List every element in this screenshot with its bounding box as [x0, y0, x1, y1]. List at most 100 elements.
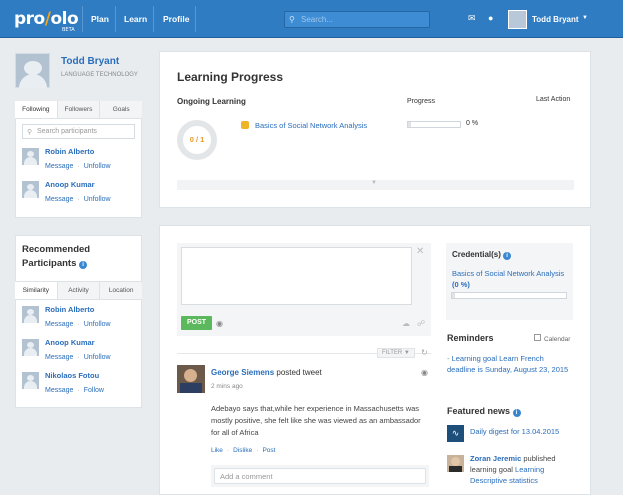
- search-icon: ⚲: [289, 15, 295, 24]
- message-link[interactable]: Message: [45, 196, 73, 203]
- globe-icon[interactable]: ◉: [216, 319, 223, 328]
- following-tabs: Following Followers Goals: [15, 101, 142, 119]
- participant-name[interactable]: Robin Alberto: [45, 305, 94, 314]
- dislike-link[interactable]: Dislike: [233, 447, 252, 454]
- top-navigation-bar: pro/olo BETA Plan Learn Profile ⚲ Search.…: [0, 0, 623, 38]
- separator-dot: ·: [77, 163, 80, 170]
- chat-icon[interactable]: ●: [488, 13, 493, 23]
- participants-search-placeholder: Search participants: [37, 128, 97, 135]
- participant-actions: Message · Unfollow: [45, 163, 111, 170]
- nav-learn[interactable]: Learn: [124, 0, 147, 38]
- goal-count-ring: 0 / 1: [177, 120, 217, 160]
- profile-name[interactable]: Todd Bryant: [61, 56, 119, 67]
- follow-link[interactable]: Follow: [84, 387, 104, 394]
- avatar-face: [451, 457, 460, 466]
- participant-name[interactable]: Robin Alberto: [45, 147, 94, 156]
- goal-progress-bar: [407, 121, 461, 128]
- filter-label: FILTER: [382, 350, 403, 356]
- calendar-label[interactable]: Calendar: [544, 336, 570, 343]
- search-input[interactable]: ⚲ Search...: [284, 11, 430, 28]
- participant-avatar[interactable]: [22, 306, 39, 323]
- credential-progress-fill: [452, 293, 455, 298]
- author-avatar[interactable]: [177, 365, 205, 393]
- unfollow-link[interactable]: Unfollow: [84, 196, 111, 203]
- participant-name[interactable]: Anoop Kumar: [45, 180, 95, 189]
- prosolo-logo[interactable]: pro/olo BETA: [14, 9, 79, 33]
- separator-dot: ·: [226, 447, 230, 454]
- message-link[interactable]: Message: [45, 354, 73, 361]
- reminders-title: Reminders: [447, 333, 494, 343]
- info-icon[interactable]: i: [512, 409, 521, 417]
- participant-avatar[interactable]: [22, 148, 39, 165]
- expand-bar[interactable]: ▼: [177, 180, 574, 190]
- participant-name[interactable]: Anoop Kumar: [45, 338, 95, 347]
- reminder-text[interactable]: Learning goal Learn French deadline is S…: [447, 354, 568, 374]
- goal-progress-fill: [408, 122, 411, 127]
- avatar-body: [180, 383, 202, 393]
- participant-avatar[interactable]: [22, 339, 39, 356]
- credentials-title-text: Credential(s): [452, 250, 501, 259]
- nav-plan[interactable]: Plan: [91, 0, 109, 38]
- news-author[interactable]: Zoran Jeremic: [470, 454, 521, 463]
- credential-percent: (0 %): [452, 280, 470, 289]
- profile-avatar[interactable]: [15, 53, 50, 88]
- participant-avatar[interactable]: [22, 181, 39, 198]
- tab-followers[interactable]: Followers: [58, 101, 101, 118]
- unfollow-link[interactable]: Unfollow: [84, 163, 111, 170]
- avatar-body: [24, 190, 37, 198]
- user-avatar[interactable]: [508, 10, 527, 29]
- message-link[interactable]: Message: [45, 163, 73, 170]
- tab-following[interactable]: Following: [15, 101, 58, 118]
- info-icon[interactable]: i: [79, 261, 88, 269]
- link-icon[interactable]: ☍: [417, 319, 425, 328]
- user-name[interactable]: Todd Bryant: [532, 15, 579, 24]
- unfollow-link[interactable]: Unfollow: [84, 321, 111, 328]
- cloud-upload-icon[interactable]: ☁: [402, 319, 410, 328]
- participants-search-input[interactable]: ⚲ Search participants: [22, 124, 135, 139]
- comment-input[interactable]: Add a comment: [214, 468, 426, 484]
- post-textarea[interactable]: [181, 247, 412, 305]
- post-button[interactable]: POST: [181, 316, 212, 330]
- reminder-item[interactable]: - Learning goal Learn French deadline is…: [447, 353, 574, 375]
- nav-divider: [82, 6, 83, 32]
- close-icon[interactable]: ✕: [416, 246, 424, 257]
- info-icon[interactable]: i: [503, 252, 512, 260]
- calendar-link[interactable]: Calendar: [534, 334, 570, 343]
- nav-profile[interactable]: Profile: [163, 0, 189, 38]
- avatar-body: [24, 348, 37, 356]
- featured-news-title-text: Featured news: [447, 406, 511, 416]
- post-author[interactable]: George Siemens: [211, 368, 274, 377]
- filter-button[interactable]: FILTER ▼: [377, 348, 415, 358]
- globe-icon: ◉: [421, 368, 428, 377]
- goal-count-text: 0 / 1: [189, 135, 205, 144]
- credential-link[interactable]: Basics of Social Network Analysis (0 %): [452, 268, 570, 290]
- news-digest-link[interactable]: Daily digest for 13.04.2015: [470, 427, 559, 436]
- chevron-down-icon[interactable]: ▼: [371, 180, 377, 186]
- message-link[interactable]: Message: [45, 321, 73, 328]
- news-author-avatar[interactable]: [447, 455, 464, 472]
- separator-dot: ·: [77, 321, 80, 328]
- chevron-down-icon[interactable]: ▼: [582, 15, 588, 21]
- like-link[interactable]: Like: [211, 447, 223, 454]
- profile-subtitle: LANGUAGE TECHNOLOGY: [61, 72, 138, 78]
- credential-name[interactable]: Basics of Social Network Analysis: [452, 269, 564, 278]
- participant-avatar[interactable]: [22, 372, 39, 389]
- post-link[interactable]: Post: [262, 447, 275, 454]
- participant-actions: Message · Follow: [45, 387, 104, 394]
- goal-progress-percent: 0 %: [466, 120, 479, 127]
- tab-activity[interactable]: Activity: [58, 282, 101, 299]
- ongoing-goal-link[interactable]: Basics of Social Network Analysis: [255, 121, 367, 130]
- separator-dot: ·: [77, 387, 80, 394]
- mail-icon[interactable]: ✉: [468, 13, 476, 24]
- search-placeholder: Search...: [301, 15, 334, 24]
- tab-goals[interactable]: Goals: [100, 101, 142, 118]
- tab-location[interactable]: Location: [100, 282, 142, 299]
- post-header: George Siemens posted tweet: [211, 368, 322, 377]
- message-link[interactable]: Message: [45, 387, 73, 394]
- tab-similarity[interactable]: Similarity: [15, 282, 58, 299]
- unfollow-link[interactable]: Unfollow: [84, 354, 111, 361]
- separator-dot: ·: [77, 354, 80, 361]
- separator-dot: ·: [256, 447, 259, 454]
- refresh-icon[interactable]: ↻: [421, 348, 428, 357]
- participant-name[interactable]: Nikolaos Fotou: [45, 371, 99, 380]
